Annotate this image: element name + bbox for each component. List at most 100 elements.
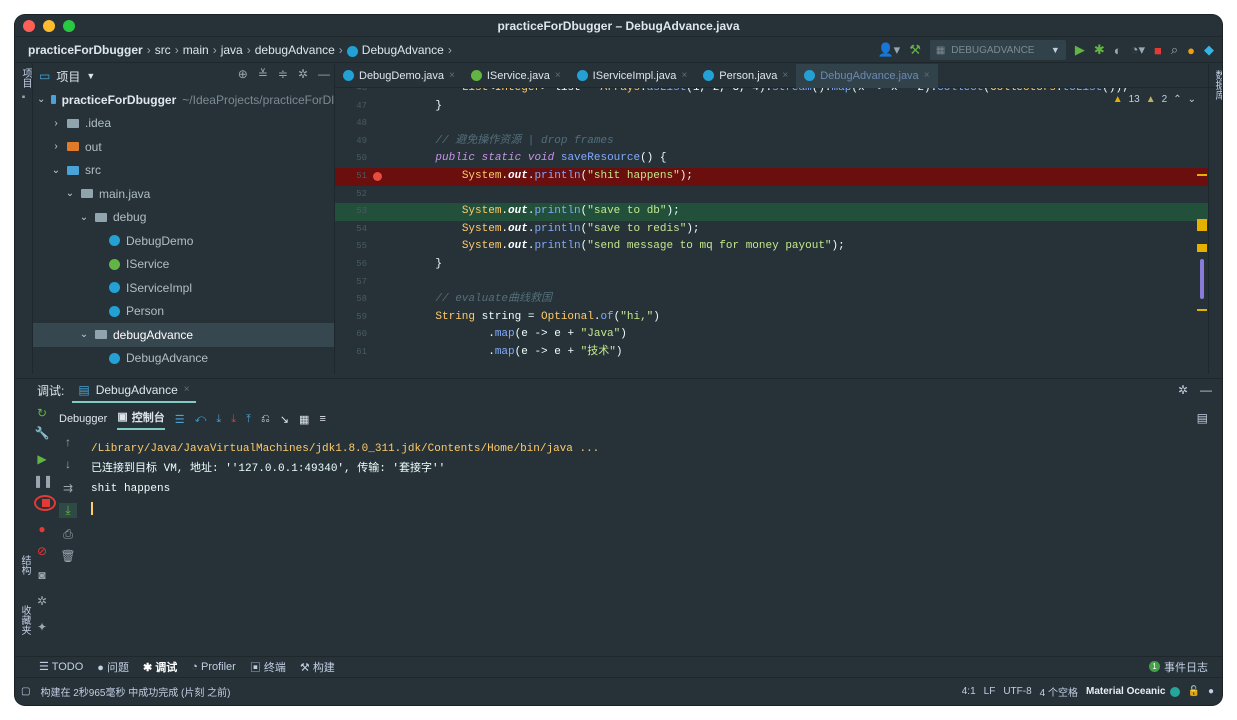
chevron-right-icon[interactable]: › bbox=[51, 141, 61, 152]
line-number[interactable]: 58 bbox=[335, 291, 367, 309]
editor-tab[interactable]: DebugAdvance.java × bbox=[796, 63, 938, 88]
line-number[interactable]: 54 bbox=[335, 221, 367, 239]
line-number[interactable]: 49 bbox=[335, 133, 367, 151]
tool-window-button[interactable]: ⚒ 构建 bbox=[300, 659, 335, 675]
trace-icon[interactable]: ≡ bbox=[319, 413, 325, 425]
gear-icon[interactable]: ✲ bbox=[1178, 383, 1188, 397]
code-line[interactable]: 52 bbox=[335, 186, 1208, 204]
tab-console[interactable]: ▣ 控制台 bbox=[117, 409, 165, 430]
editor-tab[interactable]: IServiceImpl.java × bbox=[569, 64, 696, 88]
tree-item[interactable]: Person bbox=[33, 300, 334, 324]
line-number[interactable]: 56 bbox=[335, 256, 367, 274]
lock-icon[interactable]: 🔓 bbox=[1188, 686, 1200, 697]
close-icon[interactable]: × bbox=[681, 70, 687, 81]
line-number[interactable]: 59 bbox=[335, 309, 367, 327]
line-number[interactable]: 50 bbox=[335, 150, 367, 168]
soft-wrap-icon[interactable]: ⇉ bbox=[59, 481, 77, 495]
step-into-icon[interactable]: ⤓ bbox=[231, 413, 236, 426]
close-icon[interactable]: × bbox=[449, 70, 455, 81]
breadcrumb-item[interactable]: src bbox=[155, 43, 171, 57]
favorites-tool-button[interactable]: 收藏夹 bbox=[17, 605, 32, 635]
tree-item[interactable]: ⌄ src bbox=[33, 159, 334, 183]
line-number[interactable]: 52 bbox=[335, 186, 367, 204]
trash-icon[interactable]: 🗑 bbox=[59, 549, 77, 563]
resume-icon[interactable]: ▶ bbox=[33, 452, 51, 466]
chevron-down-icon[interactable]: ⌄ bbox=[51, 165, 61, 176]
layout-icon[interactable]: ▤ bbox=[1197, 411, 1208, 425]
user-icon[interactable]: 👤▾ bbox=[877, 42, 900, 58]
drop-frame-icon[interactable]: ⎌ bbox=[261, 413, 270, 426]
scrollbar-thumb[interactable] bbox=[1200, 259, 1204, 299]
tree-item[interactable]: IServiceImpl bbox=[33, 276, 334, 300]
toggle-panel-icon[interactable]: ▢ bbox=[21, 686, 30, 697]
arrow-up-icon[interactable]: ↑ bbox=[59, 435, 77, 449]
breadcrumb-item[interactable]: debugAdvance bbox=[255, 43, 335, 57]
build-hammer-icon[interactable]: ⚒ bbox=[909, 42, 921, 58]
debug-icon[interactable]: ✱ bbox=[1094, 42, 1105, 58]
search-icon[interactable]: ⌕ bbox=[1171, 42, 1178, 58]
breakpoint-icon[interactable] bbox=[373, 172, 382, 181]
code-line[interactable]: 60 .map(e -> e + "Java") bbox=[335, 326, 1208, 344]
tree-item[interactable]: IService bbox=[33, 253, 334, 277]
tree-item[interactable]: ⌄ debug bbox=[33, 206, 334, 230]
indent-setting[interactable]: 4 个空格 bbox=[1040, 684, 1078, 699]
breadcrumb-item[interactable]: practiceForDbugger bbox=[28, 43, 143, 57]
run-to-cursor-icon[interactable]: ↘ bbox=[280, 413, 289, 426]
code-line[interactable]: 54 System.out.println("save to redis"); bbox=[335, 221, 1208, 239]
chevron-down-icon[interactable]: ⌄ bbox=[65, 188, 75, 199]
chevron-down-icon[interactable]: ⌄ bbox=[79, 212, 89, 223]
tree-item[interactable]: ⌄ main.java bbox=[33, 182, 334, 206]
breadcrumb-item[interactable]: java bbox=[221, 43, 243, 57]
line-number[interactable]: 47 bbox=[335, 98, 367, 116]
breakpoints-icon[interactable]: ● bbox=[33, 522, 51, 536]
menu-icon[interactable]: ☰ bbox=[175, 413, 185, 426]
scroll-to-end-icon[interactable]: ⤓ bbox=[59, 503, 77, 518]
editor-tab[interactable]: DebugDemo.java × bbox=[335, 64, 463, 88]
info-icon[interactable]: ● bbox=[1208, 686, 1214, 697]
close-icon[interactable]: × bbox=[555, 70, 561, 81]
tree-item[interactable]: › .idea bbox=[33, 112, 334, 136]
breadcrumb-item[interactable]: DebugAdvance bbox=[362, 43, 444, 57]
run-icon[interactable]: ▶ bbox=[1075, 42, 1085, 58]
event-log[interactable]: 1 事件日志 bbox=[1149, 659, 1208, 675]
code-line[interactable]: 58 // evaluate曲线救国 bbox=[335, 291, 1208, 309]
code-line[interactable]: 46 List<Integer> list = Arrays.asList(1,… bbox=[335, 88, 1208, 98]
tab-debugger[interactable]: Debugger bbox=[59, 413, 107, 425]
console-output[interactable]: /Library/Java/JavaVirtualMachines/jdk1.8… bbox=[91, 439, 599, 515]
line-number[interactable]: 48 bbox=[335, 115, 367, 133]
chevron-down-icon[interactable]: ⌄ bbox=[79, 329, 89, 340]
mute-breakpoints-icon[interactable]: ⊘ bbox=[33, 544, 51, 558]
coverage-icon[interactable]: ◐ bbox=[1114, 43, 1122, 58]
breadcrumb-item[interactable]: main bbox=[183, 43, 209, 57]
structure-tool-button[interactable]: 结构 bbox=[17, 555, 32, 575]
caret-position[interactable]: 4:1 bbox=[962, 686, 976, 697]
editor-tab[interactable]: IService.java × bbox=[463, 64, 569, 88]
line-number[interactable]: 46 bbox=[335, 88, 367, 98]
plugin-icon[interactable]: ◆ bbox=[1204, 42, 1214, 58]
arrow-down-icon[interactable]: ↓ bbox=[59, 457, 77, 471]
line-number[interactable]: 60 bbox=[335, 326, 367, 344]
pin-icon[interactable]: ✦ bbox=[33, 620, 51, 634]
show-execution-point-icon[interactable]: ⤺ bbox=[195, 413, 207, 426]
expand-all-icon[interactable]: ≚ bbox=[258, 67, 268, 81]
gear-icon[interactable]: ✲ bbox=[298, 67, 308, 81]
close-icon[interactable]: × bbox=[782, 70, 788, 81]
editor-tab[interactable]: Person.java × bbox=[695, 64, 796, 88]
status-message[interactable]: 构建在 2秒965毫秒 中成功完成 (片刻 之前) bbox=[40, 684, 230, 699]
project-tool-button[interactable]: 项目 bbox=[18, 68, 33, 88]
tool-window-button[interactable]: ☰ TODO bbox=[39, 660, 83, 673]
gear-icon[interactable]: ✲ bbox=[33, 594, 51, 608]
evaluate-icon[interactable]: ▦ bbox=[299, 413, 309, 426]
tree-item[interactable]: DebugDemo bbox=[33, 229, 334, 253]
project-view-selector[interactable]: 项目 bbox=[56, 68, 80, 85]
tool-window-button[interactable]: ◔ Profiler bbox=[191, 661, 236, 673]
line-separator[interactable]: LF bbox=[984, 686, 996, 697]
code-line[interactable]: 50 public static void saveResource() { bbox=[335, 150, 1208, 168]
code-editor[interactable]: ▲ 13 ▲ 2 ⌃ ⌄ 46 List<Integer> list = Arr… bbox=[335, 88, 1208, 374]
line-number[interactable]: 51 bbox=[335, 168, 367, 186]
run-config-selector[interactable]: ▦ DEBUGADVANCE ▼ bbox=[929, 40, 1066, 60]
code-line[interactable]: 49 // 避免操作资源 | drop frames bbox=[335, 133, 1208, 151]
profile-icon[interactable]: ◔▾ bbox=[1131, 42, 1145, 58]
hide-icon[interactable]: — bbox=[1200, 383, 1212, 397]
tree-item[interactable]: › out bbox=[33, 135, 334, 159]
